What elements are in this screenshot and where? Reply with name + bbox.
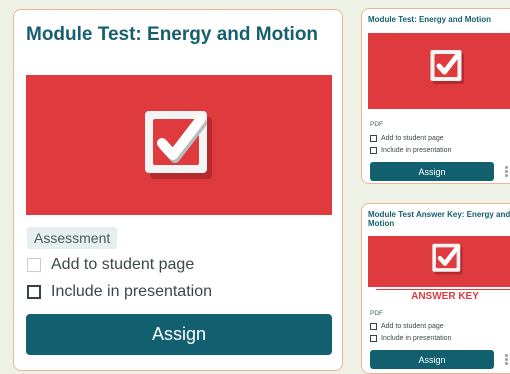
card-thumbnail[interactable] — [26, 75, 332, 215]
answer-key-label: ANSWER KEY — [411, 291, 479, 302]
card-title[interactable]: Module Test: Energy and Motion — [368, 15, 510, 24]
resource-card-answer-key-pdf: Module Test Answer Key: Energy and Motio… — [361, 203, 510, 374]
include-in-presentation-checkbox[interactable] — [370, 147, 377, 154]
include-in-presentation-label: Include in presentation — [381, 335, 452, 342]
card-thumbnail[interactable] — [368, 33, 510, 109]
checkbox-check-icon — [145, 111, 212, 179]
resource-type-tag: PDF — [370, 310, 383, 317]
card-thumbnail[interactable]: ANSWER KEY — [368, 236, 510, 305]
assign-button[interactable]: Assign — [370, 350, 494, 369]
resource-type-tag: Assessment — [27, 227, 118, 249]
assign-button[interactable]: Assign — [370, 162, 494, 181]
include-in-presentation-label: Include in presentation — [381, 147, 452, 154]
add-to-student-page-option[interactable]: Add to student page — [27, 256, 194, 274]
include-in-presentation-label: Include in presentation — [51, 283, 212, 300]
add-to-student-page-label: Add to student page — [381, 323, 444, 330]
more-vertical-icon[interactable] — [505, 354, 508, 365]
add-to-student-page-checkbox[interactable] — [370, 323, 377, 330]
include-in-presentation-checkbox[interactable] — [27, 285, 41, 299]
add-to-student-page-option[interactable]: Add to student page — [370, 323, 444, 330]
checkbox-check-icon — [430, 50, 464, 84]
add-to-student-page-option[interactable]: Add to student page — [370, 135, 444, 142]
include-in-presentation-option[interactable]: Include in presentation — [370, 335, 451, 342]
add-to-student-page-label: Add to student page — [51, 256, 195, 273]
add-to-student-page-label: Add to student page — [381, 135, 444, 142]
add-to-student-page-checkbox[interactable] — [370, 135, 377, 142]
include-in-presentation-option[interactable]: Include in presentation — [27, 283, 212, 301]
more-vertical-icon[interactable] — [505, 166, 508, 177]
card-title[interactable]: Module Test Answer Key: Energy and Motio… — [368, 210, 510, 228]
checkbox-check-icon — [432, 243, 463, 275]
resource-card-module-test: Module Test: Energy and Motion Assessmen… — [13, 9, 343, 371]
add-to-student-page-checkbox[interactable] — [27, 258, 41, 272]
answer-key-divider — [376, 289, 510, 290]
resource-type-tag: PDF — [370, 121, 383, 128]
assign-button[interactable]: Assign — [26, 314, 332, 355]
include-in-presentation-option[interactable]: Include in presentation — [370, 147, 451, 154]
resource-card-module-test-pdf: Module Test: Energy and Motion PDF Add t… — [361, 8, 510, 184]
include-in-presentation-checkbox[interactable] — [370, 335, 377, 342]
card-title[interactable]: Module Test: Energy and Motion — [26, 24, 318, 46]
